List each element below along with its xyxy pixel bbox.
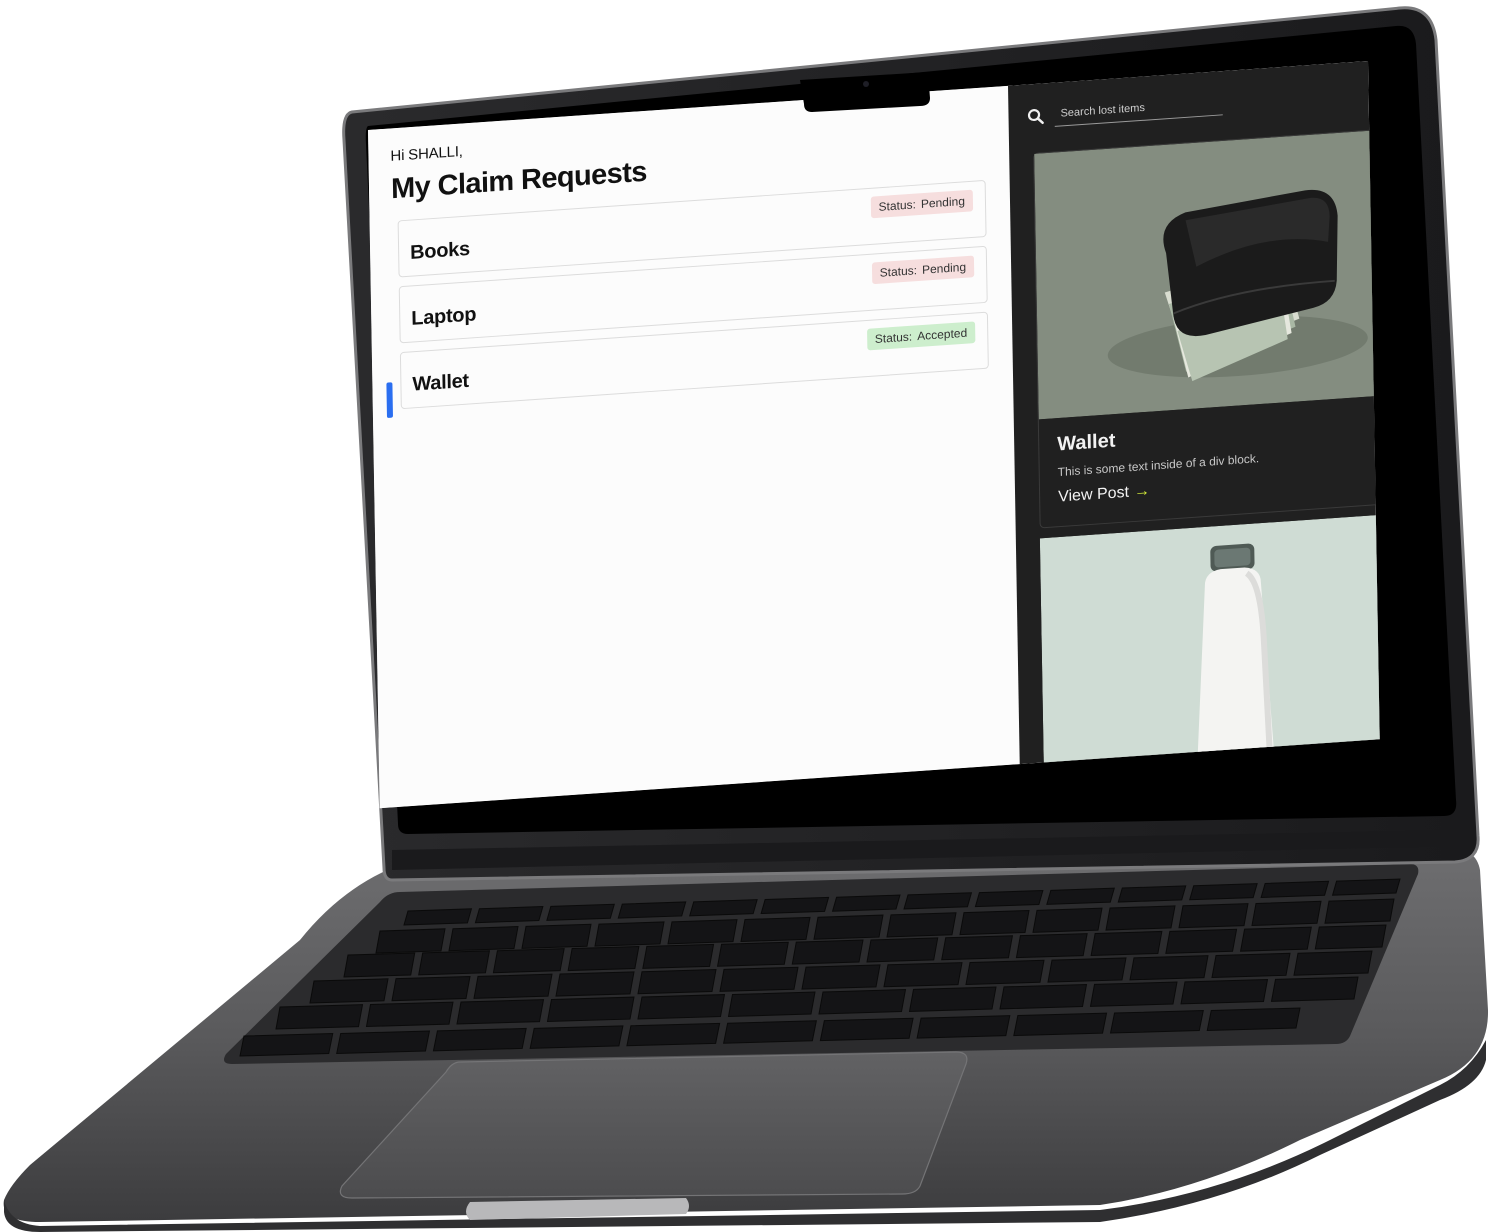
camera-notch — [800, 72, 930, 112]
laptop-mockup: Hi SHALLI, My Claim Requests Status: Pend… — [0, 0, 1490, 1232]
